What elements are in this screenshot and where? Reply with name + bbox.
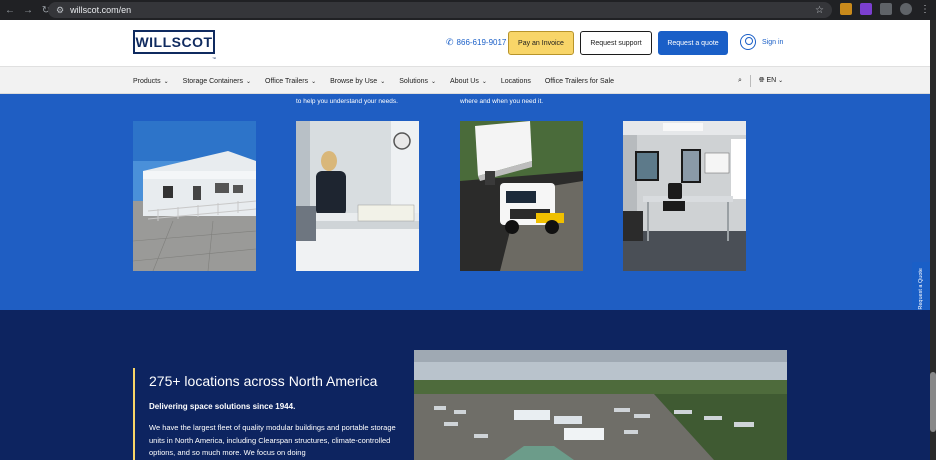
profile-avatar-icon[interactable]	[900, 3, 912, 15]
scrollbar-thumb[interactable]	[930, 372, 936, 432]
request-support-button[interactable]: Request support	[580, 31, 652, 55]
modular-building-image[interactable]	[133, 121, 256, 271]
site-header: WILLSCOT ™ ✆ 866-619-9017 Pay an Invoice…	[0, 20, 936, 66]
product-highlights-section: to help you understand your needs. where…	[0, 94, 936, 310]
card-caption: where and when you need it.	[460, 98, 544, 105]
search-icon[interactable]: ⌕	[738, 77, 742, 85]
chevron-down-icon: ⌄	[380, 78, 386, 85]
phone-icon: ✆	[446, 37, 454, 47]
phone-link[interactable]: ✆ 866-619-9017	[446, 37, 506, 48]
extension-icon[interactable]	[840, 3, 852, 15]
request-quote-side-tab[interactable]: Request a Quote	[912, 262, 930, 316]
locations-section: 275+ locations across North America Deli…	[0, 310, 936, 460]
chevron-down-icon: ⌄	[311, 78, 317, 85]
willscot-logo[interactable]: WILLSCOT	[133, 30, 215, 54]
accent-bar	[133, 368, 135, 460]
forward-icon[interactable]: →	[22, 5, 34, 16]
phone-number: 866-619-9017	[456, 38, 507, 47]
pay-invoice-button[interactable]: Pay an Invoice	[508, 31, 574, 55]
extensions-puzzle-icon[interactable]	[880, 3, 892, 15]
url-text: willscot.com/en	[70, 5, 132, 15]
address-bar[interactable]: ⚙ willscot.com/en ☆	[48, 2, 832, 18]
office-worker-image[interactable]	[296, 121, 419, 271]
browser-menu-icon[interactable]: ⋮	[920, 4, 930, 15]
aerial-yard-image[interactable]	[414, 350, 787, 460]
nav-item-browse-by-use[interactable]: Browse by Use ⌄	[330, 78, 385, 85]
locations-subheading: Delivering space solutions since 1944.	[149, 402, 296, 411]
request-quote-button[interactable]: Request a quote	[658, 31, 728, 55]
sign-in-link[interactable]: Sign in	[740, 34, 783, 50]
nav-item-storage-containers[interactable]: Storage Containers ⌄	[183, 78, 251, 85]
chevron-down-icon: ⌄	[245, 78, 252, 85]
nav-item-about-us[interactable]: About Us ⌄	[450, 78, 487, 85]
back-icon[interactable]: ←	[4, 5, 16, 16]
locations-heading: 275+ locations across North America	[149, 373, 378, 389]
chevron-down-icon: ⌄	[431, 78, 437, 85]
locations-paragraph: We have the largest fleet of quality mod…	[149, 423, 396, 457]
nav-item-products[interactable]: Products ⌄	[133, 78, 169, 85]
office-interior-image[interactable]	[623, 121, 746, 271]
nav-item-office-trailers-for-sale[interactable]: Office Trailers for Sale	[545, 78, 614, 85]
main-nav: Products ⌄ Storage Containers ⌄ Office Tra…	[0, 66, 936, 94]
card-caption: to help you understand your needs.	[296, 98, 398, 105]
user-icon	[740, 34, 756, 50]
chevron-down-icon: ⌄	[481, 78, 487, 85]
nav-item-office-trailers[interactable]: Office Trailers ⌄	[265, 78, 316, 85]
nav-item-solutions[interactable]: Solutions ⌄	[399, 78, 436, 85]
bookmark-star-icon[interactable]: ☆	[815, 5, 824, 16]
nav-divider	[749, 75, 751, 87]
logo-trademark: ™	[212, 56, 216, 61]
extension-icon[interactable]	[860, 3, 872, 15]
language-selector[interactable]: 🌐︎ EN ⌄	[759, 77, 783, 85]
chevron-down-icon: ⌄	[163, 78, 169, 85]
nav-item-locations[interactable]: Locations	[501, 78, 531, 85]
delivery-truck-image[interactable]	[460, 121, 583, 271]
sign-in-label: Sign in	[762, 38, 784, 46]
site-info-icon[interactable]: ⚙	[56, 5, 64, 16]
chevron-down-icon: ⌄	[778, 78, 784, 84]
browser-toolbar: ← → ↻ ⚙ willscot.com/en ☆ ⋮	[0, 0, 936, 20]
